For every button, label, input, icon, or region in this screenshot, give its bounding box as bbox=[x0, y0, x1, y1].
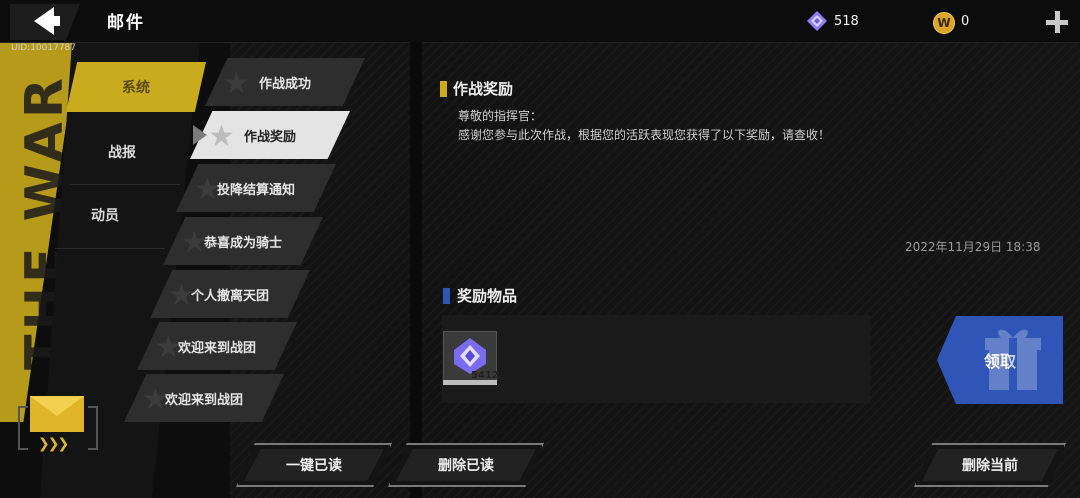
mail-body: 感谢您参与此次作战，根据您的活跃表现您获得了以下奖励，请查收！ bbox=[458, 128, 831, 142]
selected-arrow-icon bbox=[193, 125, 207, 145]
rewards-title: 奖励物品 bbox=[457, 287, 518, 305]
add-currency-button[interactable] bbox=[1045, 10, 1069, 34]
category-tab-system[interactable]: 系统 bbox=[66, 62, 206, 112]
rewards-area bbox=[442, 315, 870, 403]
mail-list-item[interactable]: ★ 欢迎来到战团 bbox=[137, 322, 297, 370]
user-id: UID:10017787 bbox=[11, 43, 77, 53]
category-divider bbox=[70, 184, 180, 185]
back-arrow-icon-stem bbox=[48, 16, 60, 26]
mail-title: 作战奖励 bbox=[243, 129, 296, 145]
gem-count: 518 bbox=[834, 14, 859, 29]
delete-current-button[interactable]: 删除当前 bbox=[914, 443, 1066, 487]
star-icon: ★ bbox=[208, 119, 235, 154]
top-bar bbox=[0, 0, 1080, 43]
mail-list-item-active[interactable]: ★ 作战奖励 bbox=[190, 111, 350, 159]
gift-icon bbox=[985, 329, 1041, 390]
envelope-bracket-left bbox=[18, 406, 28, 450]
page-title: 邮件 bbox=[107, 13, 145, 33]
mail-title: 作战成功 bbox=[258, 76, 311, 92]
read-all-button[interactable]: 一键已读 bbox=[236, 443, 392, 487]
envelope-flap-icon bbox=[30, 396, 84, 416]
mail-title: 个人撤离天团 bbox=[190, 288, 269, 304]
delete-read-label: 删除已读 bbox=[438, 458, 494, 474]
reward-quantity: 5412 bbox=[471, 370, 499, 381]
mail-subject: 作战奖励 bbox=[453, 80, 514, 98]
mail-list-item[interactable]: ★ 欢迎来到战团 bbox=[124, 374, 284, 422]
gem-icon bbox=[807, 11, 827, 31]
delete-read-button[interactable]: 删除已读 bbox=[388, 443, 544, 487]
read-all-label: 一键已读 bbox=[286, 458, 342, 474]
mail-date: 2022年11月29日 18:38 bbox=[905, 240, 1041, 254]
panel-divider bbox=[410, 42, 422, 498]
mail-list-item[interactable]: ★ 个人撤离天团 bbox=[150, 270, 310, 318]
mail-title: 欢迎来到战团 bbox=[177, 340, 256, 356]
mail-title: 投降结算通知 bbox=[216, 182, 295, 198]
mail-title: 欢迎来到战团 bbox=[164, 392, 243, 408]
delete-current-label: 删除当前 bbox=[962, 458, 1018, 474]
coin-icon: W bbox=[933, 12, 955, 34]
star-icon: ★ bbox=[223, 66, 250, 101]
section-marker-yellow bbox=[440, 81, 447, 97]
chevron-right-icon: ❯❯❯ bbox=[38, 436, 69, 452]
mail-title: 恭喜成为骑士 bbox=[203, 235, 282, 251]
mail-list-item[interactable]: ★ 投降结算通知 bbox=[176, 164, 336, 212]
category-tab-reports[interactable]: 战报 bbox=[52, 127, 192, 177]
mail-greeting: 尊敬的指挥官： bbox=[458, 109, 543, 123]
category-tab-mobilize[interactable]: 动员 bbox=[35, 190, 175, 240]
mail-list-item[interactable]: ★ 作战成功 bbox=[205, 58, 365, 106]
envelope-bracket-right bbox=[88, 406, 98, 450]
category-divider bbox=[55, 248, 165, 249]
coin-count: 0 bbox=[961, 14, 970, 29]
section-marker-blue bbox=[443, 288, 450, 304]
mail-list-item[interactable]: ★ 恭喜成为骑士 bbox=[163, 217, 323, 265]
